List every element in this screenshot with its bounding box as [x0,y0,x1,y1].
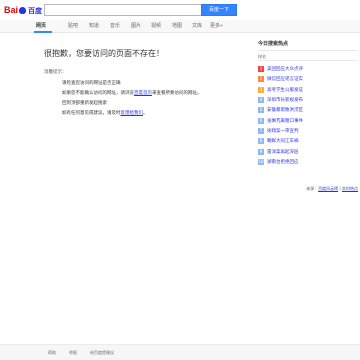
search-input[interactable] [44,4,201,16]
baidu-logo[interactable]: Bai 百度 [4,4,42,16]
hot-item[interactable]: 9 雷洋案再起深层 [258,146,358,156]
hot-item[interactable]: 3 高考学生公服发证 [258,85,358,95]
hot-search-panel: 今日搜索热点 排名 1 美团回应大众点评 2 微信回应谣言证实 3 高考学生公服发证 … [258,40,358,167]
hot-item-label: 雷洋案再起深层 [267,149,299,155]
tab-more[interactable]: 更多» [210,20,223,32]
hot-source: 来源：百度风云榜 | 实时热点 [306,186,358,191]
divider [258,60,358,61]
tab-map[interactable]: 地图 [172,20,182,32]
hot-item[interactable]: 6 张琳芃飙粗口事件 [258,115,358,125]
tip-item: 如有任何意见或建议，请及时反馈给我们。 [62,109,202,119]
tip-text: 如果您不能确认访问的网址，请浏览 [62,91,134,96]
rank-badge: 1 [258,66,264,73]
rank-badge: 9 [258,148,264,155]
hot-item[interactable]: 7 徐翔案一审宣判 [258,126,358,136]
report-link[interactable]: 举报 [69,350,77,356]
hot-item[interactable]: 4 深圳市长新规发布 [258,95,358,105]
hot-item-label: 深圳市长新规发布 [267,98,303,104]
rank-badge: 7 [258,127,264,134]
tab-images[interactable]: 图片 [131,20,141,32]
realtime-hot-link[interactable]: 实时热点 [342,186,358,191]
hot-item[interactable]: 10 湖南台拒绝回应 [258,157,358,167]
hint-heading: 温馨提示： [44,70,67,75]
tab-video[interactable]: 视频 [151,20,161,32]
hot-item-label: 美团回应大众点评 [267,67,303,73]
hot-item[interactable]: 5 安徽暴雨致洪涝区 [258,105,358,115]
active-tab-indicator [34,31,52,33]
hot-list: 1 美团回应大众点评 2 微信回应谣言证实 3 高考学生公服发证 4 深圳市长新规发布 … [258,64,358,167]
fengyunbang-link[interactable]: 百度风云榜 [318,186,338,191]
tab-tieba[interactable]: 贴吧 [68,20,78,32]
tab-music[interactable]: 音乐 [110,20,120,32]
rank-badge: 5 [258,107,264,114]
header: Bai 百度 百度一下 [0,0,360,20]
divider [258,50,358,51]
baidu-home-link[interactable]: 百度首页 [134,91,152,96]
hot-item-label: 安徽暴雨致洪涝区 [267,108,303,114]
page-footer: 帮助 举报 给百度提建议 [0,344,360,360]
rank-badge: 2 [258,76,264,83]
hot-item-label: 徐翔案一审宣判 [267,128,299,134]
hot-item-label: 湖南台拒绝回应 [267,159,299,165]
tip-text: 。 [143,111,148,116]
tip-text: 如有任何意见或建议，请及时 [62,111,121,116]
tab-zhidao[interactable]: 知道 [89,20,99,32]
tab-wenku[interactable]: 文库 [192,20,202,32]
logo-cn: 百度 [28,8,43,15]
rank-badge: 8 [258,138,264,145]
hot-item[interactable]: 8 朝鲜大同江车祸 [258,136,358,146]
search-tabs: 网页 贴吧 知道 音乐 图片 视频 地图 文库 更多» [0,20,360,33]
hot-item-label: 高考学生公服发证 [267,87,303,93]
tip-text: 来查看所要访问的网址。 [152,91,202,96]
rank-badge: 4 [258,97,264,104]
search-button[interactable]: 百度一下 [201,4,237,16]
logo-bai: Bai [4,5,19,15]
tip-item: 请检查您访问的网址是否正确 [62,81,121,86]
hot-item-label: 张琳芃飙粗口事件 [267,118,303,124]
rank-badge: 10 [258,158,264,165]
tip-item: 如果您不能确认访问的网址，请浏览百度首页来查看所要访问的网址。 [62,89,202,99]
tip-item: 回到顶部重新发起搜索 [62,101,107,106]
paw-icon [19,6,27,14]
rank-badge: 3 [258,86,264,93]
hot-search-title: 今日搜索热点 [258,41,289,47]
hot-item-label: 微信回应谣言证实 [267,77,303,83]
rank-badge: 6 [258,117,264,124]
feedback-link[interactable]: 反馈给我们 [121,111,144,116]
rank-heading: 排名 [258,54,266,59]
error-title: 很抱歉，您要访问的页面不存在！ [44,49,164,58]
source-label: 来源： [306,186,319,191]
suggestion-link[interactable]: 给百度提建议 [90,350,114,356]
help-link[interactable]: 帮助 [48,350,56,356]
hot-item[interactable]: 1 美团回应大众点评 [258,64,358,74]
tips-list: 请检查您访问的网址是否正确 如果您不能确认访问的网址，请浏览百度首页来查看所要访… [62,79,202,119]
hot-item[interactable]: 2 微信回应谣言证实 [258,74,358,84]
hot-item-label: 朝鲜大同江车祸 [267,139,299,145]
